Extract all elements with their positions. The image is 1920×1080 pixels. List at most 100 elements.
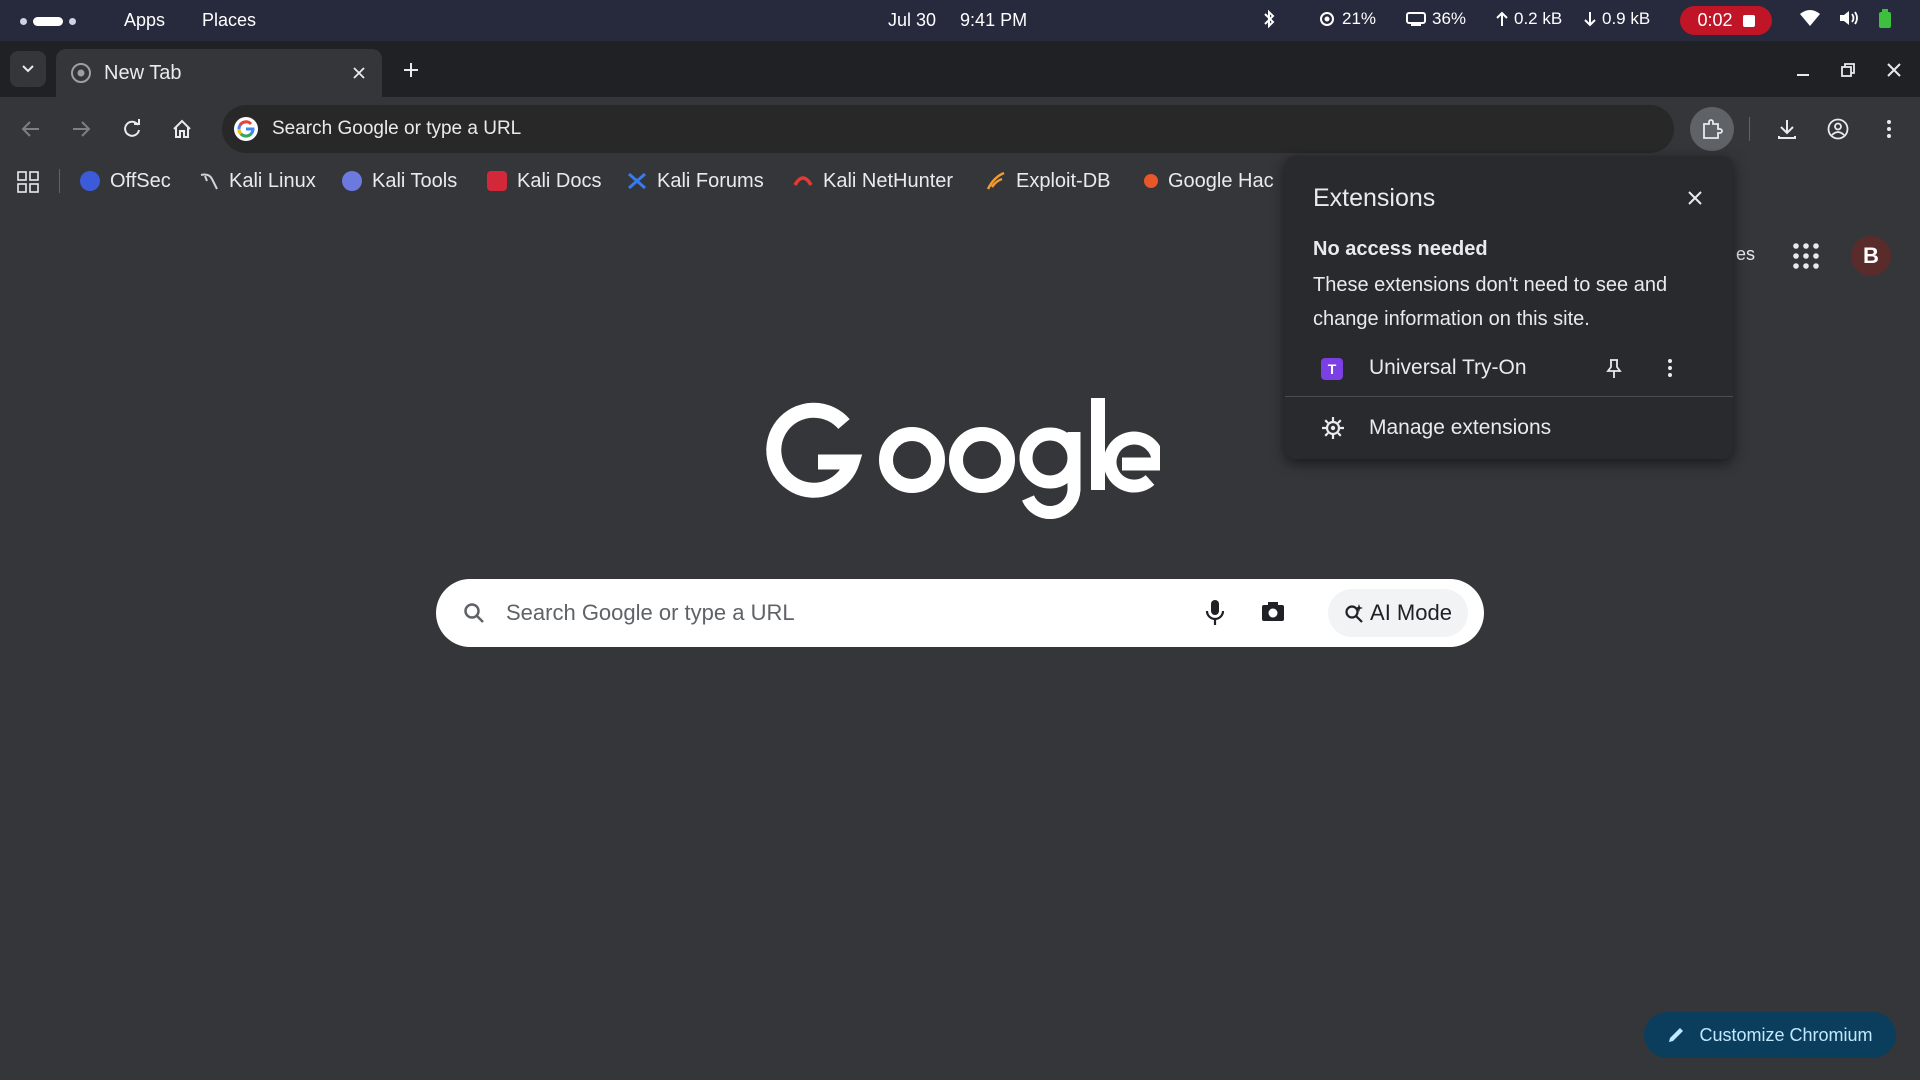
arrow-left-icon	[21, 121, 39, 137]
memory-icon	[1406, 12, 1426, 26]
bookmark-kali-tools[interactable]: Kali Tools	[342, 167, 457, 195]
chevron-down-icon	[22, 65, 34, 73]
images-link[interactable]: es	[1736, 244, 1755, 265]
extensions-popup: Extensions No access needed These extens…	[1285, 156, 1733, 459]
gear-icon	[1322, 417, 1344, 439]
wifi-icon	[1800, 10, 1820, 26]
google-apps-icon[interactable]	[1792, 242, 1820, 270]
bookmark-label: Kali Forums	[657, 169, 764, 192]
address-bar[interactable]: Search Google or type a URL	[222, 105, 1674, 153]
bookmark-label: Kali Docs	[517, 169, 602, 192]
home-button[interactable]	[166, 113, 198, 145]
profile-button[interactable]	[1822, 113, 1854, 145]
bookmark-offsec[interactable]: OffSec	[80, 167, 171, 195]
minimize-button[interactable]	[1792, 59, 1814, 81]
customize-chromium-button[interactable]: Customize Chromium	[1644, 1012, 1896, 1058]
google-g-icon	[234, 117, 258, 141]
manage-extensions-label: Manage extensions	[1369, 416, 1552, 439]
places-menu[interactable]: Places	[202, 10, 256, 31]
volume-indicator[interactable]	[1838, 9, 1860, 27]
forward-button[interactable]	[65, 113, 97, 145]
ntp-search-placeholder: Search Google or type a URL	[506, 600, 795, 625]
restore-button[interactable]	[1837, 59, 1859, 81]
back-button[interactable]	[15, 113, 47, 145]
camera-icon[interactable]	[1260, 599, 1286, 625]
battery-indicator[interactable]	[1878, 9, 1892, 29]
more-vert-icon[interactable]	[1667, 358, 1673, 378]
tab-new-tab[interactable]: New Tab	[56, 49, 382, 97]
extensions-section-heading: No access needed	[1313, 238, 1488, 260]
kali-forums-icon	[627, 171, 647, 191]
extensions-button[interactable]	[1690, 107, 1734, 151]
recording-indicator[interactable]: 0:02	[1680, 6, 1772, 35]
clock-date: Jul 30	[888, 10, 937, 30]
bluetooth-indicator[interactable]	[1262, 9, 1276, 29]
new-tab-button[interactable]	[398, 57, 424, 83]
workspace-dot[interactable]	[20, 18, 27, 25]
wifi-indicator[interactable]	[1800, 9, 1820, 27]
plus-icon	[404, 63, 418, 77]
bookmark-kali-nethunter[interactable]: Kali NetHunter	[793, 167, 953, 195]
browser-toolbar: Search Google or type a URL	[0, 97, 1920, 161]
google-logo	[766, 398, 1160, 519]
download-indicator: 0.9 kB	[1584, 9, 1650, 29]
manage-extensions-item[interactable]: Manage extensions	[1285, 400, 1733, 456]
reload-button[interactable]	[116, 113, 148, 145]
account-avatar[interactable]: B	[1851, 236, 1891, 276]
bookmark-label: Kali Linux	[229, 169, 316, 192]
nethunter-icon	[793, 171, 813, 191]
extensions-popup-title: Extensions	[1313, 184, 1436, 212]
customize-label: Customize Chromium	[1699, 1024, 1873, 1045]
close-icon[interactable]	[1685, 188, 1705, 208]
pin-icon[interactable]	[1605, 358, 1623, 380]
tab-close-button[interactable]	[348, 62, 370, 84]
chromium-icon	[71, 63, 91, 83]
tab-strip: New Tab	[0, 41, 1920, 97]
clock[interactable]: Jul 30 9:41 PM	[888, 10, 1027, 31]
universal-try-on-icon: T	[1321, 358, 1343, 380]
bookmark-kali-docs[interactable]: Kali Docs	[487, 167, 601, 195]
memory-indicator: 36%	[1406, 9, 1466, 29]
address-bar-text: Search Google or type a URL	[272, 118, 522, 139]
clock-time: 9:41 PM	[960, 10, 1028, 30]
bookmark-label: Exploit-DB	[1016, 169, 1111, 192]
kali-tools-icon	[342, 171, 362, 191]
bookmark-label: Google Hac	[1168, 169, 1274, 192]
bookmark-kali-linux[interactable]: Kali Linux	[199, 167, 316, 195]
extension-item-universal-try-on[interactable]: T Universal Try-On	[1285, 344, 1733, 394]
pencil-icon	[1669, 1028, 1684, 1042]
close-icon	[353, 67, 365, 79]
apps-grid-icon[interactable]	[17, 171, 39, 193]
bookmark-exploit-db[interactable]: Exploit-DB	[986, 167, 1110, 195]
bookmark-label: Kali Tools	[372, 169, 458, 192]
close-icon	[1887, 63, 1901, 77]
bookmark-google-hacking[interactable]: Google Hac	[1144, 167, 1274, 195]
volume-icon	[1840, 11, 1858, 25]
downloads-button[interactable]	[1771, 113, 1803, 145]
bookmark-label: OffSec	[110, 169, 171, 192]
extensions-divider	[1285, 396, 1733, 397]
bookmark-kali-forums[interactable]: Kali Forums	[627, 167, 764, 195]
workspace-dot[interactable]	[69, 18, 76, 25]
workspace-switcher[interactable]	[20, 17, 76, 26]
minimize-icon	[1797, 74, 1809, 76]
kali-docs-icon	[487, 171, 507, 191]
ai-mode-label: AI Mode	[1370, 600, 1452, 625]
bookmark-label: Kali NetHunter	[823, 169, 954, 192]
chrome-menu-button[interactable]	[1873, 113, 1905, 145]
download-icon	[1778, 120, 1796, 139]
upload-value: 0.2 kB	[1514, 9, 1563, 28]
account-icon	[1827, 118, 1849, 140]
ai-mode-button[interactable]: AI Mode	[1328, 589, 1468, 637]
system-top-bar: Apps Places Jul 30 9:41 PM 21% 36% 0.2 k…	[0, 0, 1920, 41]
microphone-icon[interactable]	[1204, 599, 1226, 627]
workspace-active[interactable]	[33, 17, 63, 26]
cpu-value: 21%	[1342, 9, 1377, 28]
ntp-search-box[interactable]: Search Google or type a URL AI Mode	[436, 579, 1484, 647]
arrow-right-icon	[73, 121, 91, 137]
bookmarks-divider	[59, 169, 60, 193]
apps-menu[interactable]: Apps	[124, 10, 165, 31]
tab-search-button[interactable]	[10, 51, 46, 87]
close-window-button[interactable]	[1883, 59, 1905, 81]
kali-dragon-icon	[199, 171, 219, 191]
